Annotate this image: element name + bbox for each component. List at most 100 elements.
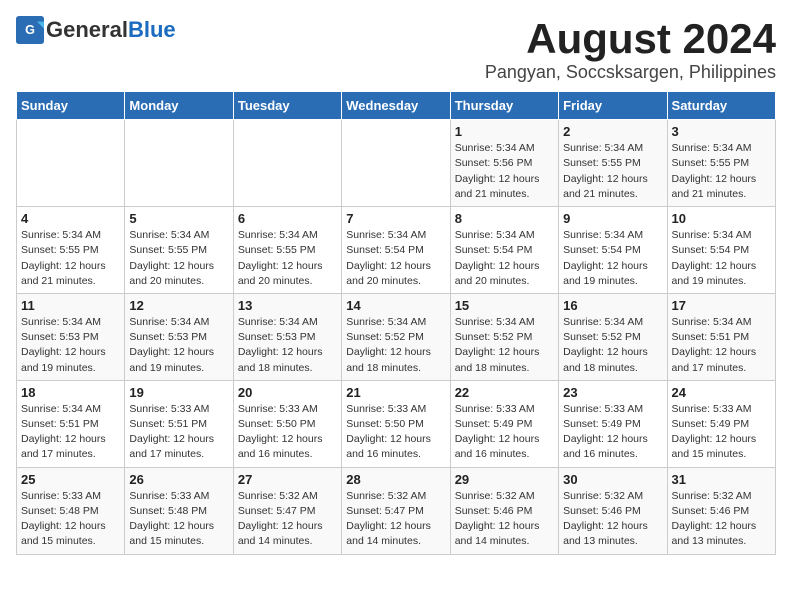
day-cell: 25 Sunrise: 5:33 AM Sunset: 5:48 PM Dayli… [17,467,125,554]
day-cell [125,120,233,207]
week-row-3: 18 Sunrise: 5:34 AM Sunset: 5:51 PM Dayli… [17,380,776,467]
day-number: 14 [346,298,445,313]
day-number: 29 [455,472,554,487]
day-info: Sunrise: 5:34 AM Sunset: 5:54 PM Dayligh… [346,228,445,289]
day-info: Sunrise: 5:34 AM Sunset: 5:55 PM Dayligh… [672,141,771,202]
day-number: 17 [672,298,771,313]
day-number: 25 [21,472,120,487]
day-info: Sunrise: 5:34 AM Sunset: 5:54 PM Dayligh… [455,228,554,289]
day-number: 19 [129,385,228,400]
logo: G GeneralBlue [16,16,176,44]
week-row-4: 25 Sunrise: 5:33 AM Sunset: 5:48 PM Dayli… [17,467,776,554]
day-info: Sunrise: 5:34 AM Sunset: 5:51 PM Dayligh… [21,402,120,463]
day-cell: 5 Sunrise: 5:34 AM Sunset: 5:55 PM Daylig… [125,207,233,294]
calendar-body: 1 Sunrise: 5:34 AM Sunset: 5:56 PM Daylig… [17,120,776,554]
day-number: 2 [563,124,662,139]
month-title: August 2024 [485,16,776,62]
day-number: 1 [455,124,554,139]
day-info: Sunrise: 5:34 AM Sunset: 5:52 PM Dayligh… [346,315,445,376]
calendar-table: SundayMondayTuesdayWednesdayThursdayFrid… [16,91,776,554]
day-info: Sunrise: 5:34 AM Sunset: 5:52 PM Dayligh… [455,315,554,376]
day-cell: 23Sunrise: 5:33 AM Sunset: 5:49 PM Dayli… [559,380,667,467]
day-info: Sunrise: 5:33 AM Sunset: 5:50 PM Dayligh… [346,402,445,463]
day-number: 24 [672,385,771,400]
day-info: Sunrise: 5:33 AM Sunset: 5:48 PM Dayligh… [21,489,120,550]
day-number: 11 [21,298,120,313]
day-number: 15 [455,298,554,313]
day-info: Sunrise: 5:34 AM Sunset: 5:54 PM Dayligh… [672,228,771,289]
day-cell [233,120,341,207]
weekday-header-thursday: Thursday [450,92,558,120]
page-header: G GeneralBlue August 2024 Pangyan, Soccs… [16,16,776,83]
day-cell: 28Sunrise: 5:32 AM Sunset: 5:47 PM Dayli… [342,467,450,554]
day-cell [17,120,125,207]
day-cell: 17Sunrise: 5:34 AM Sunset: 5:51 PM Dayli… [667,293,775,380]
day-number: 7 [346,211,445,226]
weekday-header-sunday: Sunday [17,92,125,120]
day-cell: 7 Sunrise: 5:34 AM Sunset: 5:54 PM Daylig… [342,207,450,294]
day-info: Sunrise: 5:34 AM Sunset: 5:55 PM Dayligh… [129,228,228,289]
day-cell: 10Sunrise: 5:34 AM Sunset: 5:54 PM Dayli… [667,207,775,294]
day-cell: 21 Sunrise: 5:33 AM Sunset: 5:50 PM Dayli… [342,380,450,467]
day-info: Sunrise: 5:34 AM Sunset: 5:55 PM Dayligh… [238,228,337,289]
week-row-0: 1 Sunrise: 5:34 AM Sunset: 5:56 PM Daylig… [17,120,776,207]
day-number: 22 [455,385,554,400]
day-cell: 12Sunrise: 5:34 AM Sunset: 5:53 PM Dayli… [125,293,233,380]
day-info: Sunrise: 5:34 AM Sunset: 5:53 PM Dayligh… [129,315,228,376]
weekday-header-tuesday: Tuesday [233,92,341,120]
day-info: Sunrise: 5:32 AM Sunset: 5:46 PM Dayligh… [455,489,554,550]
day-cell: 3 Sunrise: 5:34 AM Sunset: 5:55 PM Daylig… [667,120,775,207]
day-number: 3 [672,124,771,139]
svg-text:G: G [25,23,35,37]
day-cell: 20Sunrise: 5:33 AM Sunset: 5:50 PM Dayli… [233,380,341,467]
day-info: Sunrise: 5:32 AM Sunset: 5:47 PM Dayligh… [238,489,337,550]
day-cell: 19 Sunrise: 5:33 AM Sunset: 5:51 PM Dayli… [125,380,233,467]
location-subtitle: Pangyan, Soccsksargen, Philippines [485,62,776,83]
weekday-header-monday: Monday [125,92,233,120]
day-number: 8 [455,211,554,226]
day-cell: 16 Sunrise: 5:34 AM Sunset: 5:52 PM Dayli… [559,293,667,380]
weekday-header-wednesday: Wednesday [342,92,450,120]
weekday-header-saturday: Saturday [667,92,775,120]
day-info: Sunrise: 5:34 AM Sunset: 5:55 PM Dayligh… [563,141,662,202]
day-cell: 9 Sunrise: 5:34 AM Sunset: 5:54 PM Daylig… [559,207,667,294]
day-cell: 15 Sunrise: 5:34 AM Sunset: 5:52 PM Dayli… [450,293,558,380]
day-number: 21 [346,385,445,400]
day-info: Sunrise: 5:34 AM Sunset: 5:53 PM Dayligh… [21,315,120,376]
day-cell: 11 Sunrise: 5:34 AM Sunset: 5:53 PM Dayli… [17,293,125,380]
logo-blue-text: Blue [128,17,176,43]
day-number: 26 [129,472,228,487]
day-info: Sunrise: 5:34 AM Sunset: 5:54 PM Dayligh… [563,228,662,289]
day-cell: 30Sunrise: 5:32 AM Sunset: 5:46 PM Dayli… [559,467,667,554]
day-cell [342,120,450,207]
day-info: Sunrise: 5:32 AM Sunset: 5:46 PM Dayligh… [672,489,771,550]
day-info: Sunrise: 5:33 AM Sunset: 5:49 PM Dayligh… [455,402,554,463]
day-number: 13 [238,298,337,313]
day-info: Sunrise: 5:34 AM Sunset: 5:53 PM Dayligh… [238,315,337,376]
day-cell: 29 Sunrise: 5:32 AM Sunset: 5:46 PM Dayli… [450,467,558,554]
day-cell: 24Sunrise: 5:33 AM Sunset: 5:49 PM Dayli… [667,380,775,467]
day-info: Sunrise: 5:33 AM Sunset: 5:50 PM Dayligh… [238,402,337,463]
weekday-header-row: SundayMondayTuesdayWednesdayThursdayFrid… [17,92,776,120]
calendar-header: SundayMondayTuesdayWednesdayThursdayFrid… [17,92,776,120]
day-number: 5 [129,211,228,226]
logo-general-text: General [46,17,128,43]
day-number: 9 [563,211,662,226]
general-blue-icon: G [16,16,44,44]
day-cell: 4Sunrise: 5:34 AM Sunset: 5:55 PM Daylig… [17,207,125,294]
title-area: August 2024 Pangyan, Soccsksargen, Phili… [485,16,776,83]
day-number: 18 [21,385,120,400]
day-info: Sunrise: 5:33 AM Sunset: 5:51 PM Dayligh… [129,402,228,463]
day-number: 4 [21,211,120,226]
day-info: Sunrise: 5:33 AM Sunset: 5:48 PM Dayligh… [129,489,228,550]
day-cell: 18 Sunrise: 5:34 AM Sunset: 5:51 PM Dayli… [17,380,125,467]
day-cell: 26 Sunrise: 5:33 AM Sunset: 5:48 PM Dayli… [125,467,233,554]
day-cell: 6Sunrise: 5:34 AM Sunset: 5:55 PM Daylig… [233,207,341,294]
weekday-header-friday: Friday [559,92,667,120]
day-number: 16 [563,298,662,313]
day-info: Sunrise: 5:34 AM Sunset: 5:52 PM Dayligh… [563,315,662,376]
day-info: Sunrise: 5:34 AM Sunset: 5:56 PM Dayligh… [455,141,554,202]
week-row-1: 4 Sunrise: 5:34 AM Sunset: 5:55 PM Daylig… [17,207,776,294]
day-cell: 31Sunrise: 5:32 AM Sunset: 5:46 PM Dayli… [667,467,775,554]
day-cell: 27Sunrise: 5:32 AM Sunset: 5:47 PM Dayli… [233,467,341,554]
